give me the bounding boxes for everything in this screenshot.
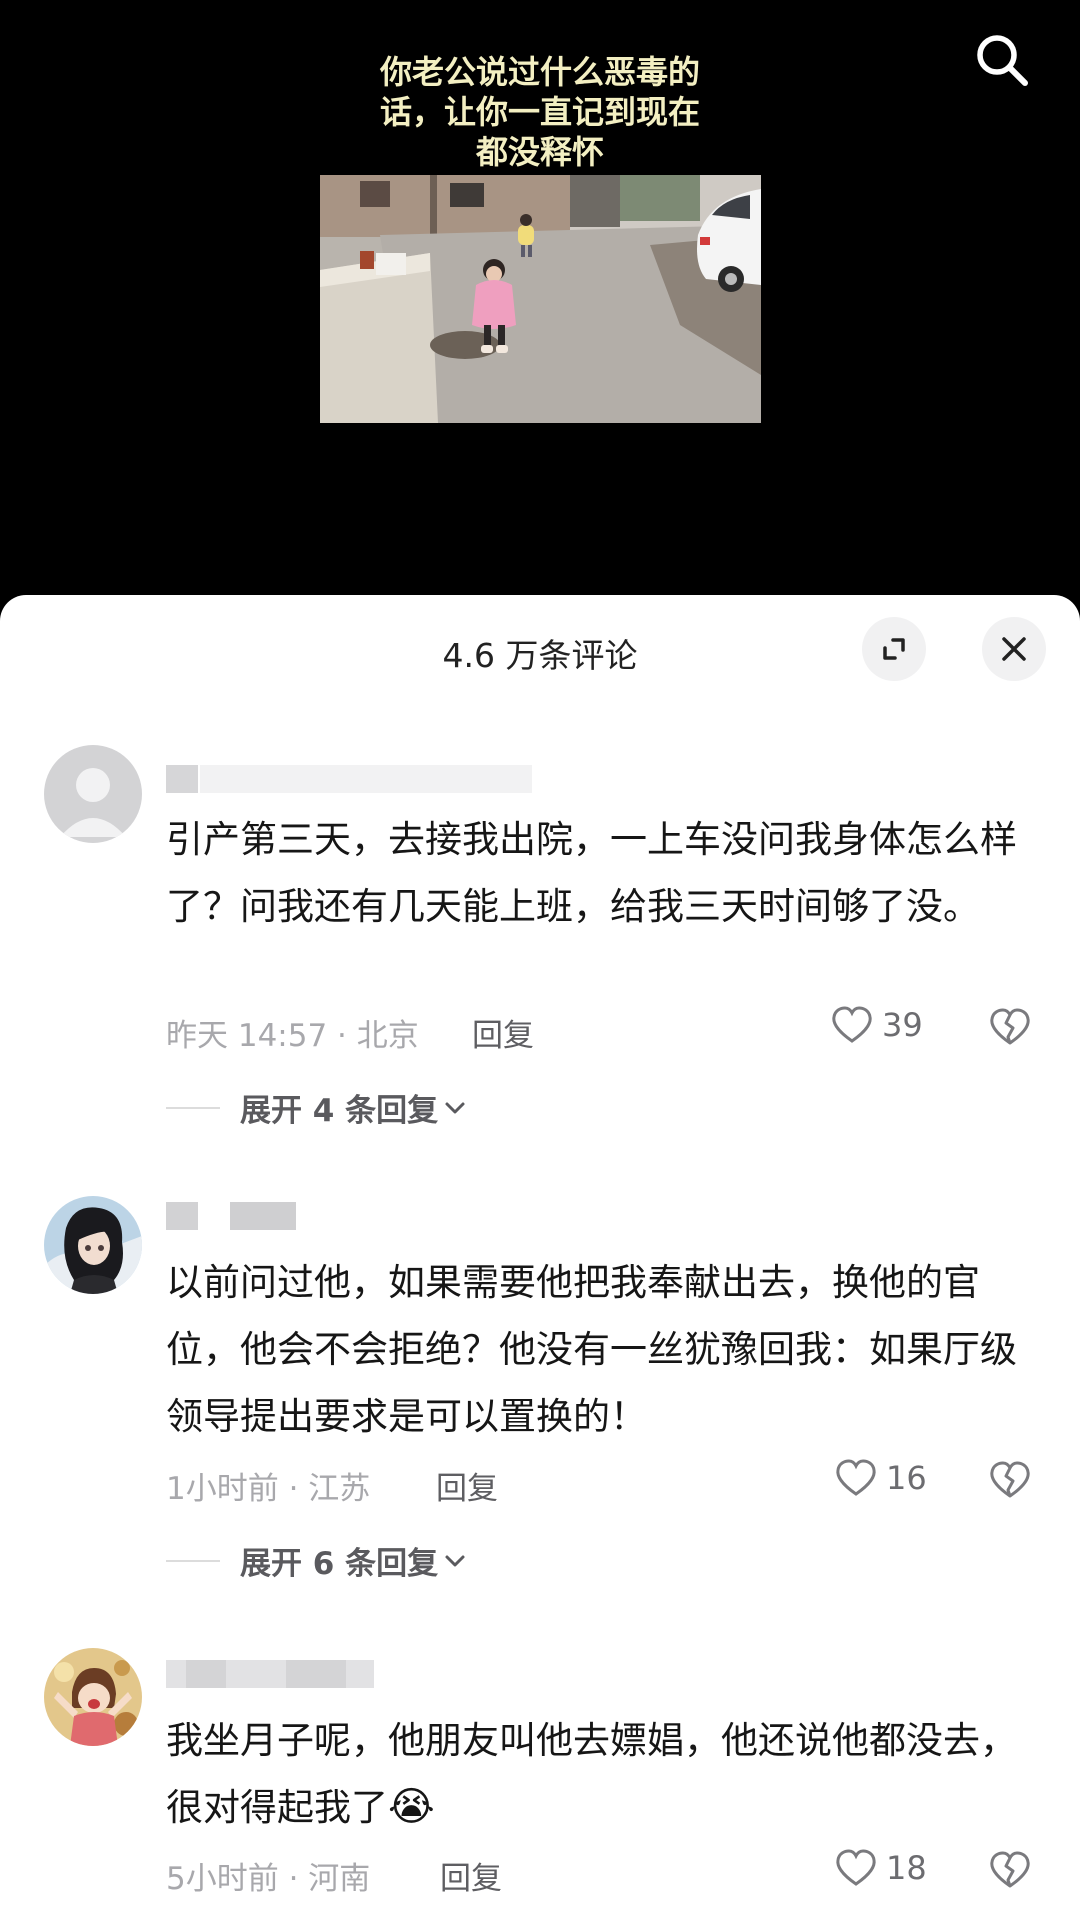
expand-replies-button[interactable]: 展开 4 条回复 <box>166 1085 466 1130</box>
comment-meta: 1小时前 · 江苏 <box>166 1471 371 1507</box>
broken-heart-icon <box>990 1851 1030 1888</box>
expand-replies-button[interactable]: 展开 6 条回复 <box>166 1538 466 1583</box>
close-icon <box>1002 637 1026 661</box>
username-blurred[interactable] <box>166 1202 296 1230</box>
search-icon <box>977 35 1028 86</box>
broken-heart-icon <box>990 1461 1030 1498</box>
expand-icon <box>883 638 905 660</box>
crying-emoji: 😭 <box>388 1784 435 1830</box>
video-player[interactable]: 你老公说过什么恶毒的 话，让你一直记到现在 都没释怀 <box>0 0 1080 620</box>
caption-line: 你老公说过什么恶毒的 <box>379 53 700 91</box>
broken-heart-icon <box>990 1008 1030 1045</box>
like-button[interactable]: 16 <box>834 1458 927 1498</box>
comment-meta: 5小时前 · 河南 <box>166 1861 371 1897</box>
caption-line: 都没释怀 <box>475 133 604 171</box>
dislike-button[interactable] <box>988 1850 1032 1894</box>
close-sheet-button[interactable] <box>982 617 1046 681</box>
avatar[interactable] <box>44 1648 142 1746</box>
search-button[interactable] <box>970 28 1034 92</box>
video-caption: 你老公说过什么恶毒的 话，让你一直记到现在 都没释怀 <box>0 52 1080 172</box>
expand-sheet-button[interactable] <box>862 617 926 681</box>
comments-sheet: 4.6 万条评论 引产第三天，去接我出院，一上车没问我身体怎么样了？问我还有几天… <box>0 595 1080 1920</box>
comment-text-body: 我坐月子呢，他朋友叫他去嫖娼，他还说他都没去，很对得起我了 <box>166 1719 1017 1829</box>
comment-text: 引产第三天，去接我出院，一上车没问我身体怎么样了？问我还有几天能上班，给我三天时… <box>166 818 1017 928</box>
heart-icon <box>836 1849 876 1886</box>
expand-replies-label: 展开 4 条回复 <box>240 1093 439 1129</box>
like-count: 18 <box>886 1849 927 1887</box>
reply-button[interactable]: 回复 <box>440 1853 502 1898</box>
reply-button[interactable]: 回复 <box>436 1463 498 1508</box>
like-button[interactable]: 18 <box>834 1848 927 1888</box>
avatar[interactable] <box>44 745 142 843</box>
like-button[interactable]: 39 <box>830 1005 923 1045</box>
like-count: 39 <box>882 1006 923 1044</box>
avatar[interactable] <box>44 1196 142 1294</box>
dislike-button[interactable] <box>988 1460 1032 1504</box>
comment-text: 我坐月子呢，他朋友叫他去嫖娼，他还说他都没去，很对得起我了😭 <box>166 1707 1026 1841</box>
expand-replies-label: 展开 6 条回复 <box>240 1546 439 1582</box>
caption-line: 话，让你一直记到现在 <box>379 93 700 131</box>
comment-text: 以前问过他，如果需要他把我奉献出去，换他的官位，他会不会拒绝？他没有一丝犹豫回我… <box>166 1261 1017 1438</box>
reply-button[interactable]: 回复 <box>472 1010 534 1055</box>
chevron-down-icon <box>445 1555 465 1566</box>
like-count: 16 <box>886 1459 927 1497</box>
chevron-down-icon <box>445 1102 465 1113</box>
comment-meta: 昨天 14:57 · 北京 <box>166 1018 419 1054</box>
username-blurred[interactable] <box>166 1660 374 1688</box>
heart-icon <box>832 1006 872 1043</box>
dislike-button[interactable] <box>988 1007 1032 1051</box>
video-frame-photo <box>320 175 761 423</box>
heart-icon <box>836 1459 876 1496</box>
username-blurred[interactable] <box>166 765 532 793</box>
